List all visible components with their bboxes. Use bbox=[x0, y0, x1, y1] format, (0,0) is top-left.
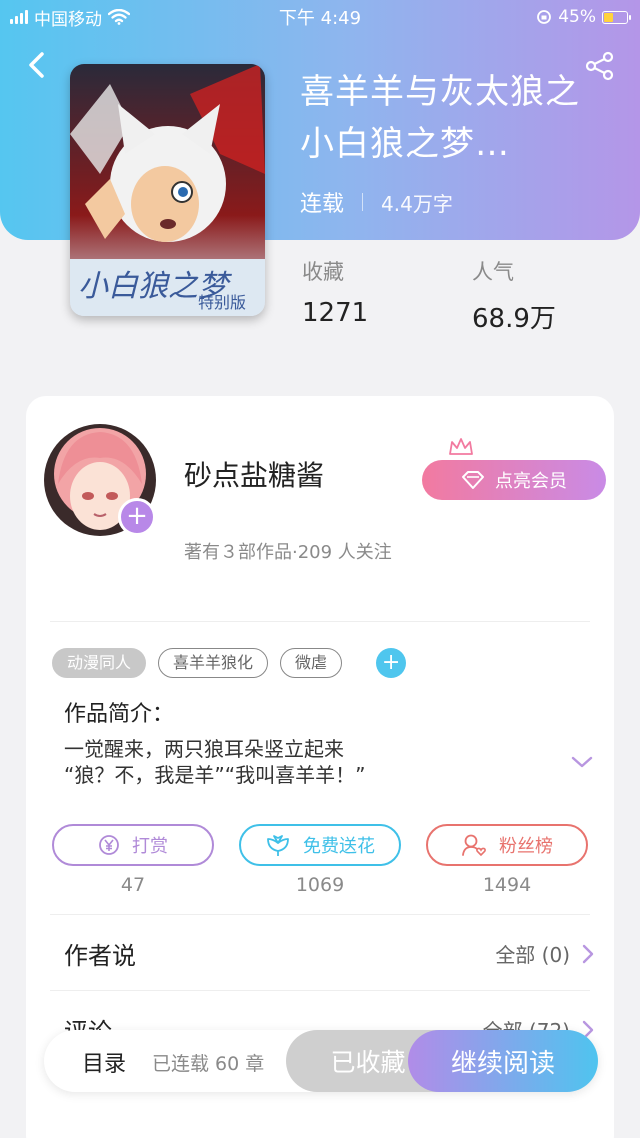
stat-value: 1271 bbox=[302, 298, 369, 328]
stat-label: 收藏 bbox=[302, 260, 344, 284]
yen-coin-icon bbox=[99, 835, 119, 855]
serial-status: 连载 bbox=[300, 192, 345, 217]
diamond-icon bbox=[462, 471, 484, 489]
battery-percent: 45% bbox=[558, 7, 596, 27]
action-label: 免费送花 bbox=[303, 836, 375, 857]
back-arrow-icon[interactable] bbox=[22, 48, 52, 82]
word-count: 4.4万字 bbox=[381, 191, 453, 216]
tip-count: 47 bbox=[120, 874, 146, 896]
stat-favorites: 收藏 1271 bbox=[302, 256, 368, 328]
flower-count: 1069 bbox=[295, 874, 345, 896]
intro-heading: 作品简介： bbox=[64, 702, 175, 727]
tag-chip[interactable]: 动漫同人 bbox=[52, 648, 147, 678]
cover-subtitle: 特别版 bbox=[198, 293, 246, 312]
section-divider bbox=[50, 621, 590, 622]
section-divider bbox=[50, 990, 590, 991]
intro-line: 一觉醒来，两只狼耳朵竖立起来 bbox=[64, 737, 344, 761]
row-heading: 作者说 bbox=[64, 942, 136, 970]
battery-icon bbox=[602, 10, 631, 24]
chevron-down-icon[interactable] bbox=[570, 754, 594, 770]
send-flower-button[interactable]: 免费送花 bbox=[239, 824, 401, 866]
fan-rank-button[interactable]: 粉丝榜 bbox=[426, 824, 588, 866]
follow-plus-button[interactable]: + bbox=[118, 498, 156, 536]
bottom-action-bar: 目录 已连载 60 章 已收藏 继续阅读 bbox=[44, 1030, 598, 1092]
tag-chip[interactable]: 喜羊羊狼化 bbox=[158, 648, 269, 678]
meta-divider bbox=[362, 193, 364, 211]
stat-label: 人气 bbox=[472, 260, 514, 284]
intro-line: “狼？不，我是羊”“我叫喜羊羊！” bbox=[64, 763, 366, 787]
stat-value: 68.9万 bbox=[472, 304, 556, 334]
fan-user-icon bbox=[462, 834, 486, 857]
orientation-lock-icon bbox=[537, 10, 552, 24]
add-tag-button[interactable]: + bbox=[376, 648, 407, 678]
author-notes-row[interactable]: 作者说 全部 (0) bbox=[64, 936, 594, 971]
flower-icon bbox=[267, 835, 289, 856]
tag-list: 动漫同人 喜羊羊狼化 微虐 + bbox=[52, 648, 407, 678]
status-bar: 中国移动 下午 4:49 45% bbox=[0, 0, 640, 34]
book-cover[interactable]: 小白狼之梦 特别版 bbox=[70, 64, 265, 316]
intro-text: 一觉醒来，两只狼耳朵竖立起来 “狼？不，我是羊”“我叫喜羊羊！” bbox=[64, 736, 365, 788]
book-title: 喜羊羊与灰太狼之小白狼之梦… bbox=[300, 72, 580, 164]
vip-button[interactable]: 点亮会员 bbox=[422, 460, 606, 500]
continue-reading-button[interactable]: 继续阅读 bbox=[408, 1030, 598, 1092]
crown-icon bbox=[449, 438, 473, 455]
author-name[interactable]: 砂点盐糖酱 bbox=[184, 454, 324, 494]
book-meta: 连载 4.4万字 bbox=[300, 186, 453, 218]
author-stats: 著有３部作品·209 人关注 bbox=[184, 542, 392, 563]
toc-button[interactable]: 目录 bbox=[82, 1046, 126, 1078]
detail-card: + 砂点盐糖酱 著有３部作品·209 人关注 点亮会员 动漫同人 喜羊羊狼化 微… bbox=[26, 396, 614, 1138]
vip-label: 点亮会员 bbox=[495, 471, 567, 492]
section-divider bbox=[50, 914, 590, 915]
tip-button[interactable]: 打赏 bbox=[52, 824, 214, 866]
chevron-right-icon bbox=[582, 944, 594, 963]
action-label: 打赏 bbox=[132, 836, 168, 857]
tag-chip[interactable]: 微虐 bbox=[280, 648, 343, 678]
action-label: 粉丝榜 bbox=[499, 836, 553, 857]
row-link: 全部 (0) bbox=[495, 943, 570, 967]
fan-count: 1494 bbox=[482, 874, 532, 896]
chapter-count: 已连载 60 章 bbox=[152, 1053, 265, 1075]
stat-popularity: 人气 68.9万 bbox=[472, 256, 556, 335]
